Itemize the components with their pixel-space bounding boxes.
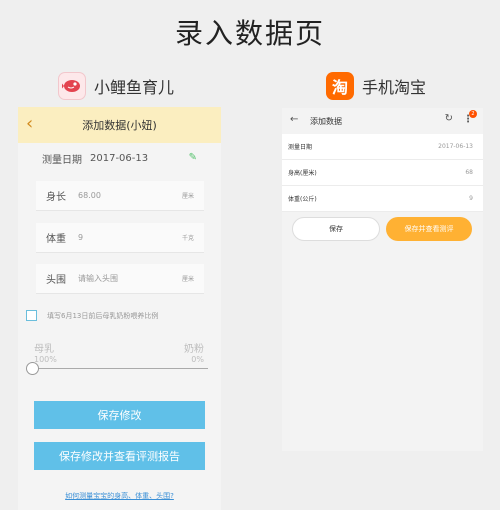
feeding-ratio-checkbox[interactable]: 填写6月13日前后母乳奶粉喂养比例 — [26, 310, 158, 321]
row-label: 身高(厘米) — [288, 170, 317, 177]
breastmilk-pct: 100% — [34, 355, 57, 364]
ratio-slider-track[interactable] — [32, 368, 208, 369]
left-header: ‹ 添加数据(小妞) — [18, 107, 221, 143]
formula-label: 奶粉 — [184, 344, 204, 355]
measure-help-link[interactable]: 如何测量宝宝的身高、体重、头围? — [18, 491, 221, 501]
back-arrow-icon[interactable]: ← — [290, 114, 298, 125]
pencil-icon[interactable]: ✎ — [189, 152, 197, 163]
app-name-right: 手机淘宝 — [362, 78, 427, 97]
fish-icon — [58, 72, 86, 100]
right-header-title: 添加数据 — [310, 117, 342, 126]
refresh-icon[interactable]: ↻ — [445, 113, 453, 124]
checkbox-label: 填写6月13日前后母乳奶粉喂养比例 — [47, 311, 159, 320]
weight-unit: 千克 — [181, 235, 194, 242]
height-value[interactable]: 68.00 — [78, 191, 101, 200]
save-and-view-report-button[interactable]: 保存修改并查看评测报告 — [34, 442, 205, 470]
app-name-left: 小鲤鱼育儿 — [94, 78, 175, 97]
head-circ-field[interactable]: 头围 请输入头围 厘米 — [36, 264, 204, 294]
formula-pct: 0% — [191, 355, 204, 364]
height-unit: 厘米 — [181, 193, 194, 200]
back-chevron-icon[interactable]: ‹ — [26, 115, 33, 133]
save-button[interactable]: 保存修改 — [34, 401, 205, 429]
save-and-view-button[interactable]: 保存并查看测评 — [386, 217, 472, 241]
head-circ-unit: 厘米 — [181, 276, 194, 283]
height-field[interactable]: 身长 68.00 厘米 — [36, 181, 204, 211]
app-label-xiaoliyu: 小鲤鱼育儿 — [58, 72, 174, 100]
head-circ-label: 头围 — [46, 275, 66, 286]
date-row[interactable]: 测量日期 2017-06-13 — [282, 134, 483, 160]
page-title: 录入数据页 — [174, 17, 325, 50]
height-row[interactable]: 身高(厘米) 68 — [282, 160, 483, 186]
left-header-title: 添加数据(小妞) — [82, 119, 157, 132]
height-label: 身长 — [46, 192, 66, 203]
ratio-slider-thumb[interactable] — [26, 362, 39, 375]
row-value: 2017-06-13 — [438, 143, 473, 150]
notification-badge: 2 — [469, 110, 477, 118]
row-label: 测量日期 — [288, 144, 313, 151]
breastmilk-label: 母乳 — [34, 344, 54, 355]
head-circ-placeholder[interactable]: 请输入头围 — [78, 273, 118, 284]
measure-date-row[interactable]: 测量日期 2017-06-13 ✎ — [18, 143, 221, 173]
row-value: 68 — [465, 169, 473, 176]
taobao-icon: 淘 — [326, 72, 354, 100]
checkbox-box[interactable] — [26, 310, 37, 321]
row-value: 9 — [469, 195, 473, 202]
weight-value[interactable]: 9 — [78, 233, 83, 242]
date-label: 测量日期 — [42, 154, 82, 166]
app-label-taobao: 淘 手机淘宝 — [326, 72, 426, 100]
date-value: 2017-06-13 — [90, 152, 149, 164]
weight-row[interactable]: 体重(公斤) 9 — [282, 186, 483, 212]
weight-label: 体重 — [46, 234, 66, 245]
left-phone-screen: ‹ 添加数据(小妞) 测量日期 2017-06-13 ✎ 身长 68.00 厘米… — [18, 107, 221, 510]
save-button[interactable]: 保存 — [292, 217, 380, 241]
right-phone-screen: ← 添加数据 ↻ ⋮ 2 测量日期 2017-06-13 身高(厘米) 68 体… — [282, 108, 483, 451]
row-label: 体重(公斤) — [288, 196, 317, 203]
weight-field[interactable]: 体重 9 千克 — [36, 223, 204, 253]
right-header: ← 添加数据 ↻ ⋮ 2 — [282, 108, 483, 134]
